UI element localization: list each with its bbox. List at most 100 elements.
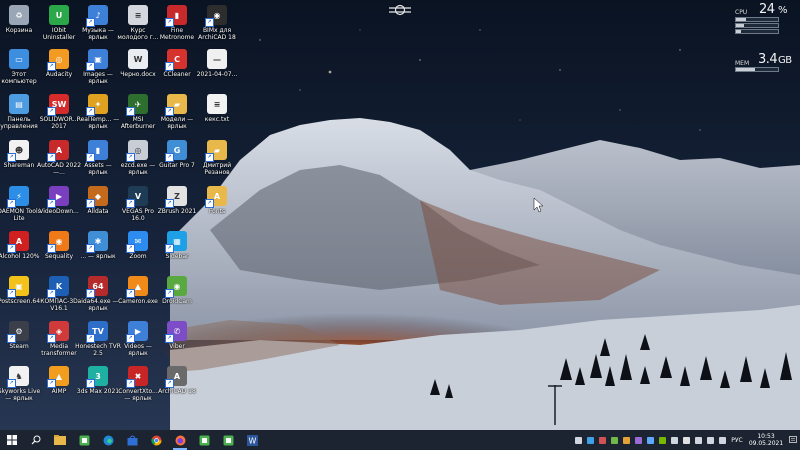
desktop-icon[interactable]: ◉ ↗ Sequality — [40, 228, 78, 272]
mem-unit: GB — [778, 55, 792, 66]
file-icon: — — [207, 49, 227, 69]
desktop-icon[interactable]: ▲ ↗ AIMP — [40, 363, 78, 407]
taskbar-button[interactable] — [96, 430, 120, 450]
shortcut-arrow-icon: ↗ — [126, 244, 135, 253]
app-tray-icon[interactable] — [584, 430, 596, 450]
shortcut-arrow-icon: ↗ — [126, 334, 135, 343]
desktop-icon[interactable]: ✦ ↗ RealTemp... — ярлык — [77, 91, 119, 135]
desktop-icon[interactable]: ▣ ↗ Images — ярлык — [79, 46, 117, 90]
nvidia-tray-icon[interactable] — [656, 430, 668, 450]
desktop-icon[interactable]: C ↗ CCleaner — [158, 46, 196, 90]
desktop-icon[interactable]: K ↗ КОМПАС-3D V16.1 — [40, 273, 78, 317]
desktop-icon[interactable]: ▶ ↗ VideoDown... — [39, 183, 79, 227]
desktop-icon[interactable]: ▲ ↗ Cameron.exe — [118, 273, 158, 317]
droidcam-icon: ◉ ↗ — [165, 276, 187, 298]
cpu-label: CPU — [735, 9, 748, 16]
desktop-icon[interactable]: ▰ ↗ Модели — ярлык — [158, 91, 196, 135]
desktop-icon[interactable]: ≡ Курс молодого г... — [117, 2, 159, 46]
desktop-icon[interactable]: ▣ ↗ Postscreen.64 — [0, 273, 40, 317]
system-monitor-gadget[interactable]: CPU 24 % MEM 3.4 GB — [733, 2, 795, 72]
desktop-icon[interactable]: ▰ ↗ Дмитрий Резанов — [198, 137, 236, 181]
language-indicator[interactable]: РУС — [728, 437, 746, 444]
desktop-icon[interactable]: ✱ ↗... — ярлык — [79, 228, 117, 272]
desktop-icon[interactable]: ▶ ↗ Videos — ярлык — [119, 318, 157, 362]
taskbar-button[interactable] — [72, 430, 96, 450]
taskbar-button[interactable]: W — [240, 430, 264, 450]
desktop-icon[interactable]: ♪ ↗ Музыка — ярлык — [79, 2, 117, 46]
desktop-icon[interactable]: ◎ ↗ ezcd.exe — ярлык — [119, 137, 157, 181]
taskbar-clock[interactable]: 10:53 09.05.2021 — [746, 433, 786, 447]
app-tray-icon[interactable] — [620, 430, 632, 450]
desktop-icon[interactable]: V ↗ VEGAS Pro 16.0 — [119, 183, 157, 227]
app-tray-icon[interactable] — [680, 430, 692, 450]
desktop-icon[interactable]: ⚙ ↗ Steam — [0, 318, 38, 362]
alldata-icon: ◆ ↗ — [86, 186, 108, 208]
shortcut-arrow-icon: ↗ — [126, 107, 135, 116]
desktop-icon[interactable]: ◉ ↗ DroidCam — [158, 273, 196, 317]
shortcut-arrow-icon: ↗ — [47, 289, 56, 298]
clock-date: 09.05.2021 — [748, 440, 784, 447]
cpu-bar-2 — [735, 23, 779, 28]
desktop-icon[interactable]: G ↗ Guitar Pro 7 — [158, 137, 196, 181]
desktop-icon[interactable]: — 2021-04-07... — [197, 46, 237, 90]
desktop-icon[interactable]: ▭ Этот компьютер — [0, 46, 38, 90]
app-tray-icon[interactable] — [668, 430, 680, 450]
windows-start-icon — [7, 435, 17, 445]
app-tray-icon[interactable] — [644, 430, 656, 450]
desktop-icon[interactable]: ✖ ↗ ConvertXto... — ярлык — [118, 363, 158, 407]
app-tray-icon[interactable] — [608, 430, 620, 450]
music-folder-icon: ♪ ↗ — [86, 5, 108, 27]
3ds-max-icon: 3 ↗ — [86, 366, 108, 388]
desktop-icon[interactable]: SW ↗ SOLIDWOR... 2017 — [40, 91, 78, 135]
desktop-icon[interactable]: ▦ ↗ Sidebar — [158, 228, 196, 272]
desktop-icon[interactable]: 64 ↗ aida64.exe — ярлык — [78, 273, 118, 317]
convertxto-icon: ✖ ↗ — [126, 366, 148, 388]
network-tray-icon[interactable] — [704, 430, 716, 450]
taskbar-button[interactable] — [192, 430, 216, 450]
app-tray-icon[interactable] — [632, 430, 644, 450]
taskbar: W РУС 10:53 09.05.2021 — [0, 430, 800, 450]
top-center-widget-icon[interactable] — [389, 4, 411, 16]
taskbar-button[interactable] — [48, 430, 72, 450]
volume-tray-icon[interactable] — [716, 430, 728, 450]
desktop-icon[interactable]: ⚡ ↗ DAEMON Tools Lite — [0, 183, 41, 227]
desktop-icon[interactable]: ♞ ↗ Skyworks Live — ярлык — [0, 363, 40, 407]
realtemp-icon: ✦ ↗ — [86, 94, 108, 116]
desktop-icon[interactable]: ♻ Корзина — [0, 2, 38, 46]
desktop-icon[interactable]: ▮ ↗ Fine Metronome — [158, 2, 196, 46]
taskbar-button[interactable] — [0, 430, 24, 450]
desktop-icon[interactable]: ▤ Панель управления — [0, 91, 38, 135]
shortcut-arrow-icon: ↗ — [47, 379, 56, 388]
chat-tray-icon[interactable] — [572, 430, 584, 450]
desktop-icon[interactable]: A ↗ AutoCAD 2022 —... — [37, 137, 81, 181]
mem-label: MEM — [735, 60, 750, 67]
desktop-icon[interactable]: A ↗ Fonts — [198, 183, 236, 227]
taskbar-button[interactable] — [120, 430, 144, 450]
taskbar-button[interactable] — [144, 430, 168, 450]
desktop-icon[interactable]: A ↗ Alcohol 120% — [0, 228, 39, 272]
desktop-icon[interactable]: W Черно.docx — [119, 46, 157, 90]
desktop-icon[interactable]: ▮ ↗ Assets — ярлык — [79, 137, 117, 181]
desktop-icon[interactable]: ≡ кекс.txt — [198, 91, 236, 135]
taskbar-button[interactable] — [168, 430, 192, 450]
desktop-icon[interactable]: ◉ ↗ BIMx для ArchiCAD 18 — [198, 2, 236, 46]
desktop-icon[interactable]: ◈ ↗ Media transformer — [40, 318, 78, 362]
desktop-icon[interactable]: A ↗ ArchiCAD 18 — [158, 363, 196, 407]
desktop-icon[interactable]: ✆ ↗ Viber — [158, 318, 196, 362]
desktop-icon[interactable]: U IObit Uninstaller — [40, 2, 78, 46]
desktop-icon[interactable]: ☻ ↗ Shareman — [0, 137, 38, 181]
app-tray-icon[interactable] — [596, 430, 608, 450]
desktop-icon[interactable]: ◎ ↗ Audacity — [40, 46, 78, 90]
notification-center-icon[interactable] — [786, 430, 800, 450]
desktop-icon[interactable]: ✉ ↗ Zoom — [119, 228, 157, 272]
desktop-icon[interactable]: TV ↗ Honestech TVR 2.5 — [75, 318, 121, 362]
desktop-icon[interactable]: Z ↗ ZBrush 2021 — [158, 183, 196, 227]
desktop-icon[interactable]: ◆ ↗ Alldata — [79, 183, 117, 227]
tray-icon-list — [572, 430, 728, 450]
desktop-icon[interactable]: ✈ ↗ MSI Afterburner — [119, 91, 157, 135]
taskbar-button[interactable] — [216, 430, 240, 450]
taskbar-button[interactable] — [24, 430, 48, 450]
battery-tray-icon[interactable] — [692, 430, 704, 450]
desktop-icon[interactable]: 3 ↗ 3ds Max 2021 — [77, 363, 119, 407]
ezcd-icon: ◎ ↗ — [126, 140, 148, 162]
